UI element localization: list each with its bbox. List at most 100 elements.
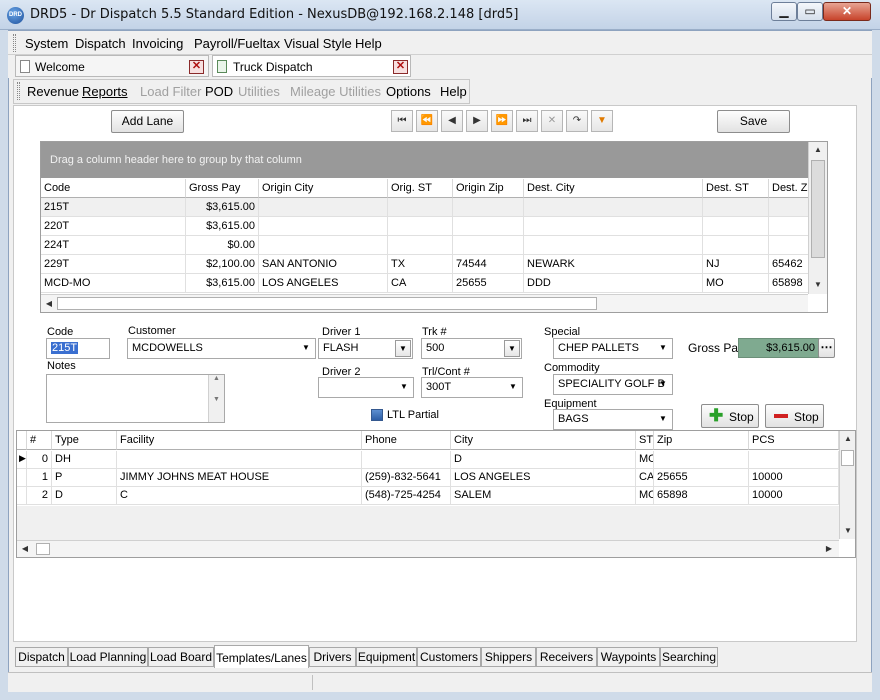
table-cell[interactable]: 74544 (453, 255, 524, 274)
table-cell[interactable]: CA (388, 274, 453, 293)
table-cell[interactable] (453, 217, 524, 236)
tab-drivers[interactable]: Drivers (309, 647, 356, 667)
table-cell[interactable]: SAN ANTONIO (259, 255, 388, 274)
table-cell[interactable]: LOS ANGELES (451, 469, 636, 487)
table-cell[interactable]: P (52, 469, 117, 487)
chevron-down-icon[interactable]: ▼ (656, 341, 670, 355)
chevron-down-icon[interactable]: ▼ (656, 377, 670, 391)
column-header[interactable]: Origin Zip (453, 179, 524, 198)
column-header[interactable]: Dest. Zip (769, 179, 809, 198)
table-cell[interactable] (769, 236, 809, 255)
scroll-left-icon[interactable]: ◀ (41, 296, 57, 312)
table-cell[interactable]: MO (636, 487, 654, 505)
last-icon[interactable]: ⏭ (516, 110, 538, 132)
app-logo-icon[interactable]: DRD (7, 7, 24, 24)
table-cell[interactable] (703, 198, 769, 217)
stops-horizontal-scrollbar[interactable]: ◀ ▶ (17, 540, 839, 557)
scroll-thumb[interactable] (57, 297, 597, 310)
gross-pay-ellipsis-button[interactable]: ⋯ (818, 338, 835, 358)
table-cell[interactable] (453, 198, 524, 217)
cancel-icon[interactable]: ✕ (541, 110, 563, 132)
menu-dispatch[interactable]: Dispatch (75, 36, 126, 51)
menu-payroll-fueltax[interactable]: Payroll/Fueltax (194, 36, 280, 51)
column-header[interactable]: # (27, 431, 52, 450)
scroll-thumb[interactable] (811, 160, 825, 258)
row-indicator[interactable] (17, 469, 27, 487)
menu-visual-style[interactable]: Visual Style (284, 36, 352, 51)
table-cell[interactable] (524, 198, 703, 217)
stops-vertical-scrollbar[interactable]: ▲ ▼ (839, 431, 855, 539)
menu-help[interactable]: Help (355, 36, 382, 51)
table-cell[interactable]: CA (636, 469, 654, 487)
table-cell[interactable]: 65898 (769, 274, 809, 293)
prev-page-icon[interactable]: ⏪ (416, 110, 438, 132)
tab-truck-dispatch[interactable]: Truck Dispatch ✕ (212, 55, 411, 77)
tab-welcome[interactable]: Welcome ✕ (15, 55, 209, 77)
table-cell[interactable] (524, 217, 703, 236)
chevron-down-icon[interactable]: ▼ (299, 341, 313, 355)
toolbar-grip[interactable] (17, 82, 20, 100)
chevron-down-icon[interactable]: ▼ (656, 412, 670, 426)
driver2-select[interactable]: ▼ (318, 377, 414, 398)
table-cell[interactable]: D (451, 451, 636, 469)
column-header[interactable]: Facility (117, 431, 362, 450)
current-row-icon[interactable]: ▶ (17, 451, 27, 469)
row-indicator[interactable] (17, 487, 27, 505)
table-cell[interactable]: 10000 (749, 469, 839, 487)
filter-icon[interactable]: ▼ (591, 110, 613, 132)
table-cell[interactable] (388, 217, 453, 236)
table-cell[interactable]: 10000 (749, 487, 839, 505)
table-cell[interactable]: SALEM (451, 487, 636, 505)
table-cell[interactable]: MO (636, 451, 654, 469)
notes-scrollbar[interactable]: ▲ ▼ (208, 375, 224, 422)
scroll-down-icon[interactable]: ▼ (810, 277, 826, 293)
table-cell[interactable] (388, 236, 453, 255)
column-header[interactable]: ST (636, 431, 654, 450)
table-cell[interactable]: 2 (27, 487, 52, 505)
column-header[interactable]: Dest. City (524, 179, 703, 198)
table-cell[interactable]: MO (703, 274, 769, 293)
table-cell[interactable]: JIMMY JOHNS MEAT HOUSE (117, 469, 362, 487)
menu-grip[interactable] (13, 34, 16, 52)
table-cell[interactable]: $3,615.00 (186, 198, 259, 217)
tab-equipment[interactable]: Equipment (356, 647, 417, 667)
table-cell[interactable] (117, 451, 362, 469)
tab-shippers[interactable]: Shippers (481, 647, 536, 667)
scroll-down-icon[interactable]: ▼ (840, 523, 856, 539)
table-cell[interactable]: (259)-832-5641 (362, 469, 451, 487)
table-cell[interactable] (259, 236, 388, 255)
scroll-left-icon[interactable]: ◀ (17, 541, 33, 557)
tab-customers[interactable]: Customers (417, 647, 481, 667)
maximize-button[interactable]: ▭ (797, 2, 823, 21)
table-cell[interactable]: NJ (703, 255, 769, 274)
table-cell[interactable] (654, 451, 749, 469)
remove-stop-button[interactable]: Stop (765, 404, 824, 428)
table-cell[interactable]: 25655 (453, 274, 524, 293)
table-cell[interactable] (703, 217, 769, 236)
group-by-panel[interactable]: Drag a column header here to group by th… (41, 142, 808, 178)
minimize-button[interactable]: ▁ (771, 2, 797, 21)
table-cell[interactable]: 229T (41, 255, 186, 274)
tab-dispatch[interactable]: Dispatch (15, 647, 68, 667)
first-icon[interactable]: ⏮ (391, 110, 413, 132)
table-cell[interactable]: DH (52, 451, 117, 469)
table-cell[interactable]: LOS ANGELES (259, 274, 388, 293)
prev-icon[interactable]: ◀ (441, 110, 463, 132)
table-cell[interactable] (388, 198, 453, 217)
add-lane-button[interactable]: Add Lane (111, 110, 184, 133)
toolbar-options[interactable]: Options (386, 84, 431, 99)
table-cell[interactable]: 0 (27, 451, 52, 469)
toolbar-revenue[interactable]: Revenue (27, 84, 79, 99)
tab-load-board[interactable]: Load Board (148, 647, 214, 667)
table-cell[interactable] (362, 451, 451, 469)
table-cell[interactable]: TX (388, 255, 453, 274)
toolbar-reports[interactable]: Reports (82, 84, 128, 99)
table-cell[interactable]: NEWARK (524, 255, 703, 274)
table-cell[interactable]: (548)-725-4254 (362, 487, 451, 505)
scroll-up-icon[interactable]: ▲ (810, 142, 826, 158)
table-cell[interactable] (749, 451, 839, 469)
refresh-icon[interactable]: ↷ (566, 110, 588, 132)
toolbar-help[interactable]: Help (440, 84, 467, 99)
truck-select[interactable]: 500 ▼ (421, 338, 522, 359)
table-cell[interactable]: D (52, 487, 117, 505)
